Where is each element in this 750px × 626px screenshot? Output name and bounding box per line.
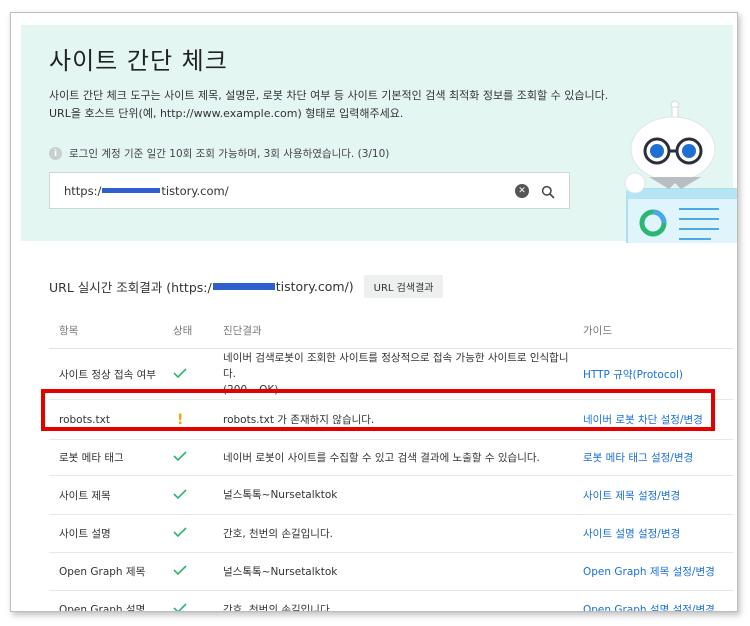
row-item: Open Graph 설명 [59, 604, 146, 612]
header-status: 상태 [173, 325, 193, 337]
hero-section: 사이트 간단 체크 사이트 간단 체크 도구는 사이트 제목, 설명문, 로봇 … [21, 25, 737, 243]
header-result: 진단결과 [223, 324, 262, 337]
redacted-bar [212, 283, 275, 290]
row-item: 로봇 메타 태그 [59, 452, 124, 464]
description-line-2: URL을 호스트 단위(예, http://www.example.com) 형… [49, 107, 404, 120]
url-search-result-button[interactable]: URL 검색결과 [363, 275, 444, 298]
result-title: URL 실시간 조회결과 (https:/ tistory.com/) [49, 277, 354, 296]
row-item: 사이트 정상 접속 여부 [59, 368, 156, 381]
row-item: 사이트 설명 [59, 528, 111, 540]
url-prefix: https:/ [64, 183, 102, 198]
table-row: 사이트 설명 간호, 천번의 손길입니다. 사이트 설명 설정/변경 [49, 515, 733, 553]
result-title-suffix: tistory.com/) [275, 279, 354, 294]
header-guide: 가이드 [583, 325, 612, 337]
check-icon [173, 367, 223, 381]
description-line-1: 사이트 간단 체크 도구는 사이트 제목, 설명문, 로봇 차단 여부 등 사이… [49, 89, 609, 102]
check-icon [173, 527, 223, 540]
robot-illustration [624, 100, 737, 243]
clear-icon[interactable]: ✕ [515, 183, 529, 198]
table-row: Open Graph 설명 간호, 천번의 손길입니다. Open Graph … [49, 591, 733, 612]
row-result: 네이버 로봇이 사이트를 수집할 수 있고 검색 결과에 노출할 수 있습니다. [223, 451, 540, 464]
row-result-line: 네이버 검색로봇이 조회한 사이트를 정상적으로 접속 가능한 사이트로 인식합… [223, 352, 569, 380]
result-header: URL 실시간 조회결과 (https:/ tistory.com/) URL … [49, 275, 444, 298]
info-icon: i [49, 147, 62, 160]
guide-link[interactable]: HTTP 규약(Protocol) [573, 367, 683, 382]
check-icon [173, 603, 223, 611]
header-item: 항목 [59, 325, 79, 337]
row-result: 간호, 천번의 손길입니다. [223, 603, 333, 612]
guide-link[interactable]: 사이트 설명 설정/변경 [573, 526, 680, 541]
page-description: 사이트 간단 체크 도구는 사이트 제목, 설명문, 로봇 차단 여부 등 사이… [49, 87, 608, 123]
check-icon [173, 451, 223, 464]
result-title-prefix: URL 실시간 조회결과 (https:/ [49, 280, 212, 295]
search-glyph [541, 185, 555, 199]
row-result: 널스톡톡~Nursetalktok [223, 489, 338, 501]
row-result: 간호, 천번의 손길입니다. [223, 527, 333, 540]
row-item: 사이트 제목 [59, 489, 111, 502]
guide-link[interactable]: Open Graph 설명 설정/변경 [573, 602, 715, 611]
usage-notice-text: 로그인 계정 기준 일간 10회 조회 가능하며, 3회 사용하였습니다. (3… [69, 148, 390, 160]
redacted-bar [102, 188, 161, 193]
page-title: 사이트 간단 체크 [49, 47, 228, 75]
guide-link[interactable]: 사이트 제목 설정/변경 [573, 488, 680, 503]
check-icon [173, 488, 223, 502]
table-header: 항목 상태 진단결과 가이드 [49, 313, 733, 349]
url-input-value[interactable]: https:/ tistory.com/ [64, 184, 515, 198]
check-icon [173, 565, 223, 578]
url-suffix: tistory.com/ [161, 183, 229, 198]
row-result: 널스톡톡~Nursetalktok [223, 565, 338, 578]
guide-link[interactable]: 로봇 메타 태그 설정/변경 [573, 450, 693, 465]
table-row: 사이트 제목 널스톡톡~Nursetalktok 사이트 제목 설정/변경 [49, 476, 733, 515]
row-item: Open Graph 제목 [59, 566, 146, 578]
table-row: Open Graph 제목 널스톡톡~Nursetalktok Open Gra… [49, 553, 733, 591]
table-row: 로봇 메타 태그 네이버 로봇이 사이트를 수집할 수 있고 검색 결과에 노출… [49, 440, 733, 476]
search-icon[interactable] [541, 184, 555, 199]
result-table: 항목 상태 진단결과 가이드 사이트 정상 접속 여부 네이버 검색로봇이 조회… [49, 313, 733, 612]
browser-frame: 사이트 간단 체크 사이트 간단 체크 도구는 사이트 제목, 설명문, 로봇 … [10, 12, 738, 612]
guide-link[interactable]: Open Graph 제목 설정/변경 [573, 564, 715, 579]
highlight-box [41, 389, 715, 431]
url-input[interactable]: https:/ tistory.com/ ✕ [49, 172, 570, 209]
usage-notice: i 로그인 계정 기준 일간 10회 조회 가능하며, 3회 사용하였습니다. … [49, 146, 389, 161]
